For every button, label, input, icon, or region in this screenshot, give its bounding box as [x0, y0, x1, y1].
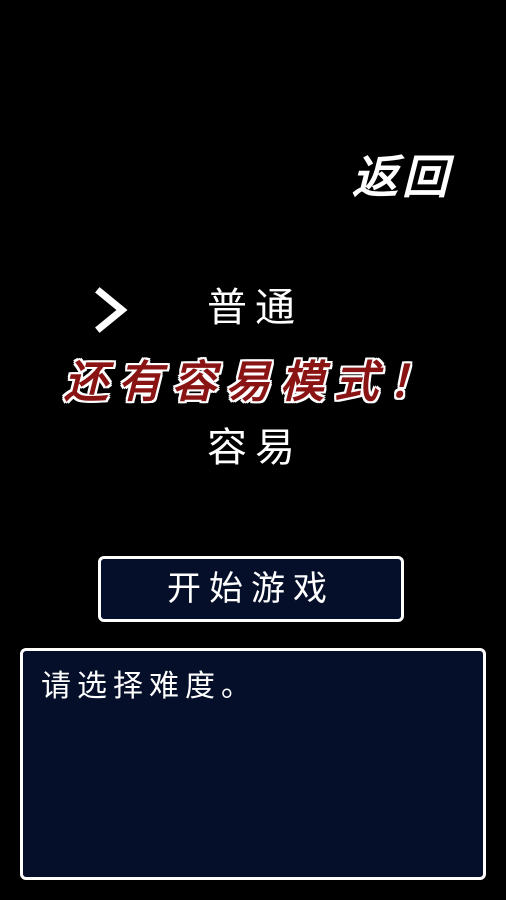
- chevron-right-icon: [95, 287, 128, 333]
- back-button[interactable]: 返回: [340, 148, 464, 206]
- easy-mode-banner: 还有容易模式！: [64, 357, 442, 408]
- difficulty-option-normal[interactable]: 普通: [190, 280, 320, 336]
- difficulty-option-easy[interactable]: 容易: [190, 420, 320, 476]
- start-game-button[interactable]: 开始游戏: [98, 556, 404, 622]
- message-box: 请选择难度。: [20, 648, 486, 880]
- message-text: 请选择难度。: [41, 669, 257, 704]
